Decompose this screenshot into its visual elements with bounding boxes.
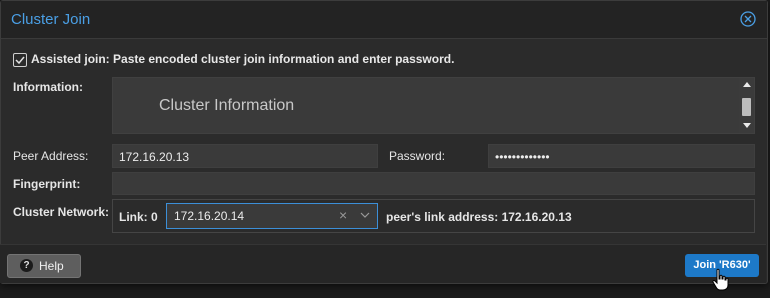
information-label: Information: [13,80,83,94]
dialog-title: Cluster Join [11,11,91,28]
checkmark-icon [15,56,25,65]
help-button-label: Help [39,259,64,273]
peer-address-field[interactable]: 172.16.20.13 [112,144,378,168]
textarea-scrollbar[interactable] [739,78,754,133]
link-label: Link: [119,210,148,224]
link-address-value: 172.16.20.14 [174,209,245,223]
cluster-network-label: Cluster Network: [13,205,110,219]
information-placeholder: Cluster Information [159,97,295,114]
close-icon[interactable] [740,11,756,27]
fingerprint-field[interactable] [112,172,755,195]
scroll-up-icon[interactable] [743,82,751,87]
assisted-join-label[interactable]: Assisted join: Paste encoded cluster joi… [31,52,454,66]
scroll-down-icon[interactable] [743,123,751,128]
scroll-thumb[interactable] [742,98,751,116]
peer-link-address-text: peer's link address: 172.16.20.13 [386,210,572,224]
cluster-join-dialog: Cluster Join [0,0,768,284]
link-address-combo[interactable]: 172.16.20.14 × [166,203,378,229]
fingerprint-label: Fingerprint: [13,177,81,191]
help-button[interactable]: ? Help [7,254,81,278]
password-field[interactable]: ••••••••••••• [488,144,755,168]
chevron-down-icon[interactable] [359,209,371,221]
clear-icon[interactable]: × [339,207,347,223]
password-value: ••••••••••••• [495,150,550,164]
question-icon: ? [20,259,33,272]
assisted-join-checkbox[interactable] [13,53,27,67]
dialog-footer [0,244,766,283]
peer-address-value: 172.16.20.13 [119,150,190,164]
peer-address-label: Peer Address: [13,149,89,163]
password-label: Password: [389,149,446,163]
hand-pointer-icon [712,268,729,291]
information-textarea[interactable]: Cluster Information [112,77,755,134]
link-number: 0 [151,210,158,224]
dialog-titlebar: Cluster Join [1,1,767,39]
